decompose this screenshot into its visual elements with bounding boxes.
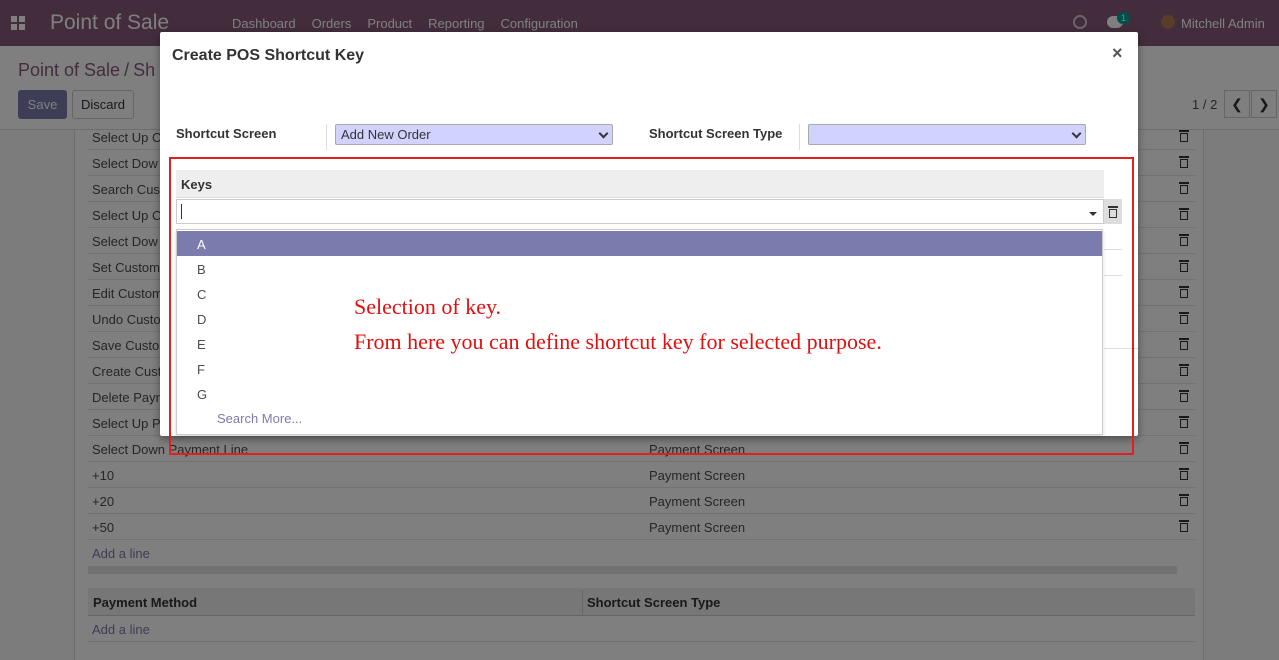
shortcut-screen-type-label: Shortcut Screen Type	[649, 126, 783, 141]
chevron-down-icon	[1071, 128, 1082, 139]
shortcut-screen-type-select[interactable]	[808, 124, 1086, 145]
shortcut-screen-label: Shortcut Screen	[176, 126, 277, 141]
shortcut-screen-value: Add New Order	[341, 127, 431, 142]
chevron-down-icon	[598, 128, 609, 139]
annotation-line-1: Selection of key.	[354, 294, 502, 319]
close-icon[interactable]: ×	[1112, 43, 1123, 64]
annotation-highlight-box	[169, 157, 1134, 455]
field-divider	[799, 124, 800, 150]
modal-header-divider	[160, 78, 1138, 79]
shortcut-screen-select[interactable]: Add New Order	[335, 124, 613, 145]
field-divider	[326, 124, 327, 150]
annotation-line-2: From here you can define shortcut key fo…	[354, 329, 882, 354]
modal-title: Create POS Shortcut Key	[172, 47, 365, 64]
